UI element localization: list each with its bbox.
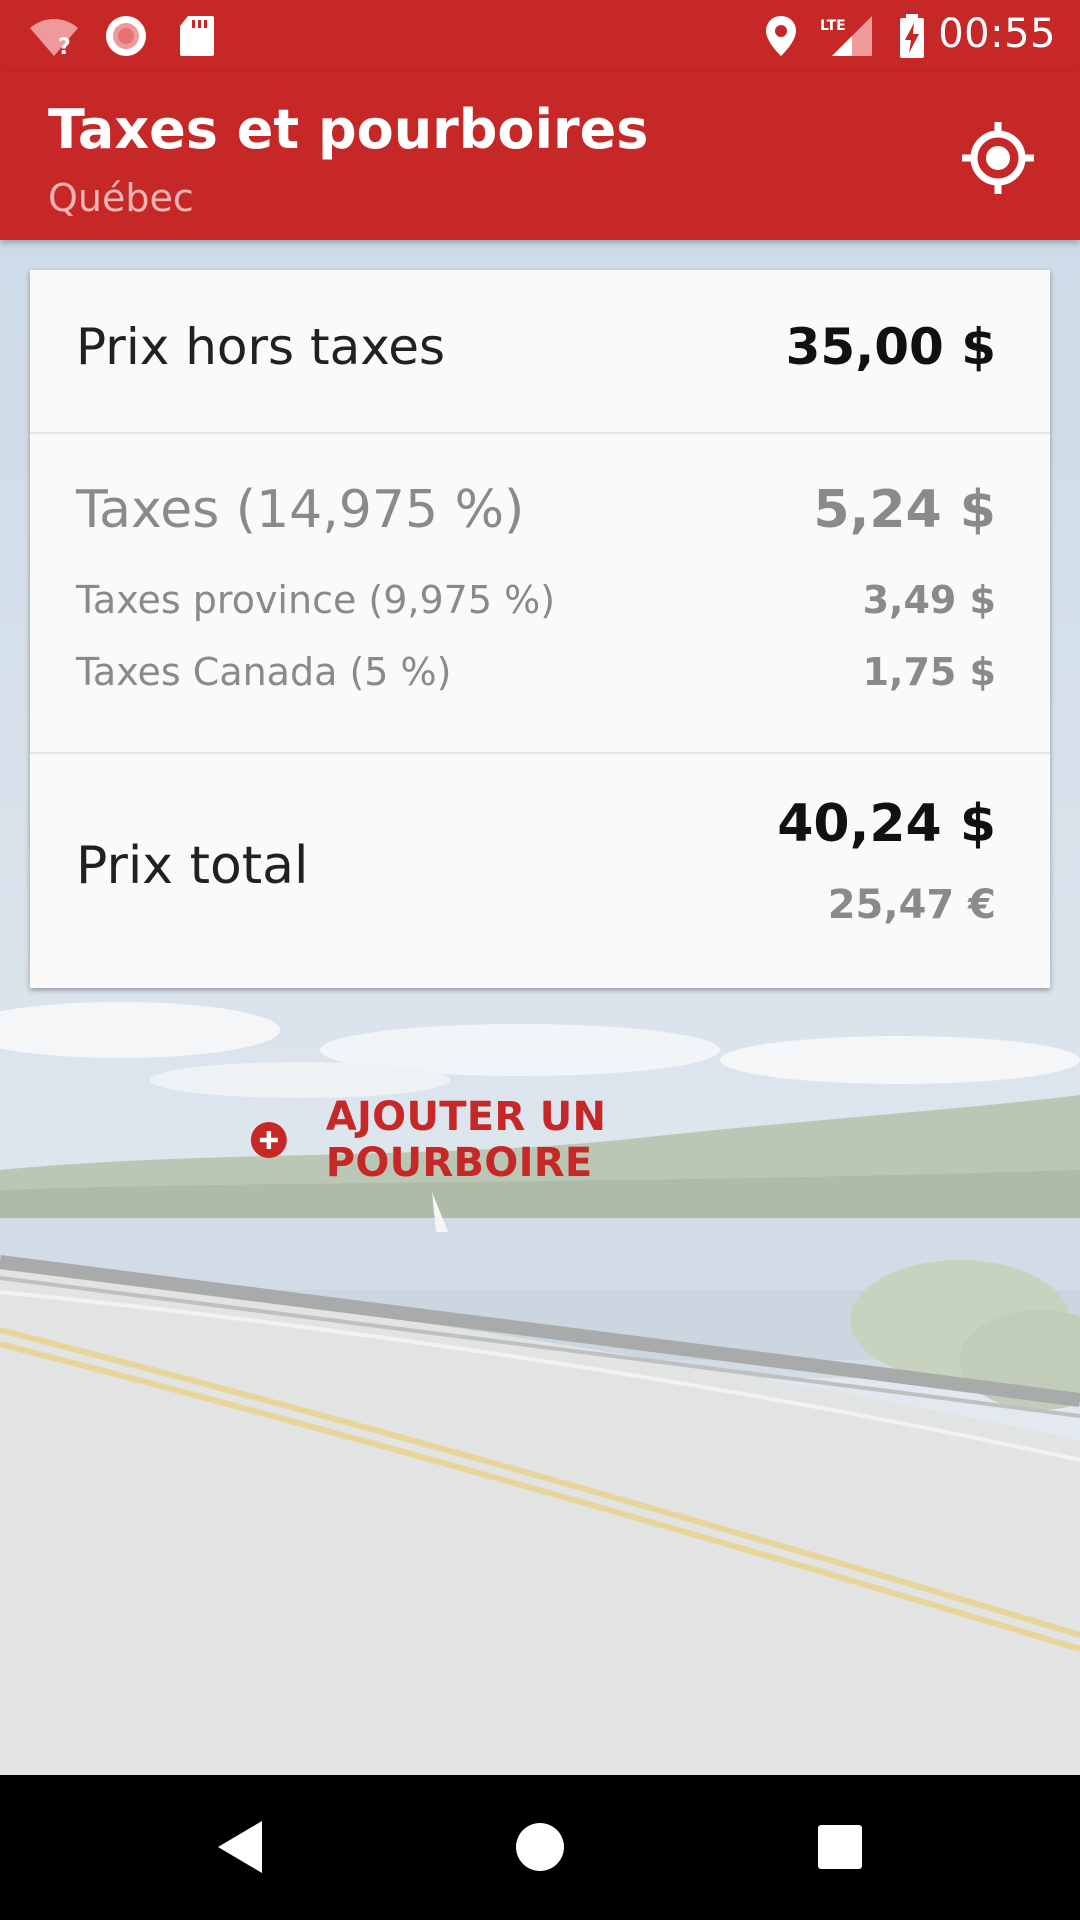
my-location-icon[interactable] (956, 116, 1040, 200)
canada-tax-value: 1,75 $ (862, 650, 996, 694)
subtotal-value[interactable]: 35,00 $ (786, 318, 996, 376)
add-tip-button[interactable]: AJOUTER UN POURBOIRE (250, 1094, 830, 1186)
lte-signal-icon: LTE (820, 16, 872, 56)
canada-tax-label: Taxes Canada (5 %) (76, 650, 452, 694)
location-icon (766, 16, 796, 56)
add-tip-label: AJOUTER UN POURBOIRE (325, 1094, 607, 1186)
record-icon (106, 16, 146, 56)
clock: 00:55 (938, 11, 1056, 57)
navigation-bar (0, 1775, 1080, 1920)
taxes-section: Taxes (14,975 %) 5,24 $ Taxes province (… (30, 434, 1050, 754)
subtotal-label: Prix hors taxes (76, 318, 446, 376)
back-icon[interactable] (204, 1811, 276, 1883)
region-subtitle[interactable]: Québec (48, 176, 194, 220)
svg-text:?: ? (58, 35, 71, 58)
app-bar: Taxes et pourboires Québec (0, 72, 1080, 240)
taxes-value: 5,24 $ (813, 480, 996, 540)
sd-card-icon (180, 16, 214, 56)
summary-card: Prix hors taxes 35,00 $ Taxes (14,975 %)… (30, 270, 1050, 988)
total-value: 40,24 $ (777, 794, 996, 854)
page-title: Taxes et pourboires (48, 98, 649, 161)
province-tax-value: 3,49 $ (862, 578, 996, 622)
subtotal-row[interactable]: Prix hors taxes 35,00 $ (30, 270, 1050, 434)
province-tax-label: Taxes province (9,975 %) (76, 578, 556, 622)
battery-charging-icon (900, 14, 924, 58)
total-row: Prix total 40,24 $ 25,47 € (30, 754, 1050, 988)
home-icon[interactable] (504, 1811, 576, 1883)
add-circle-icon (250, 1122, 287, 1158)
total-value-eur: 25,47 € (827, 882, 996, 928)
taxes-label: Taxes (14,975 %) (76, 480, 525, 540)
status-bar: ? LTE 00:55 (0, 0, 1080, 72)
svg-text:LTE: LTE (820, 18, 846, 34)
total-label: Prix total (76, 836, 309, 896)
recents-icon[interactable] (804, 1811, 876, 1883)
wifi-unknown-icon: ? (30, 19, 78, 58)
